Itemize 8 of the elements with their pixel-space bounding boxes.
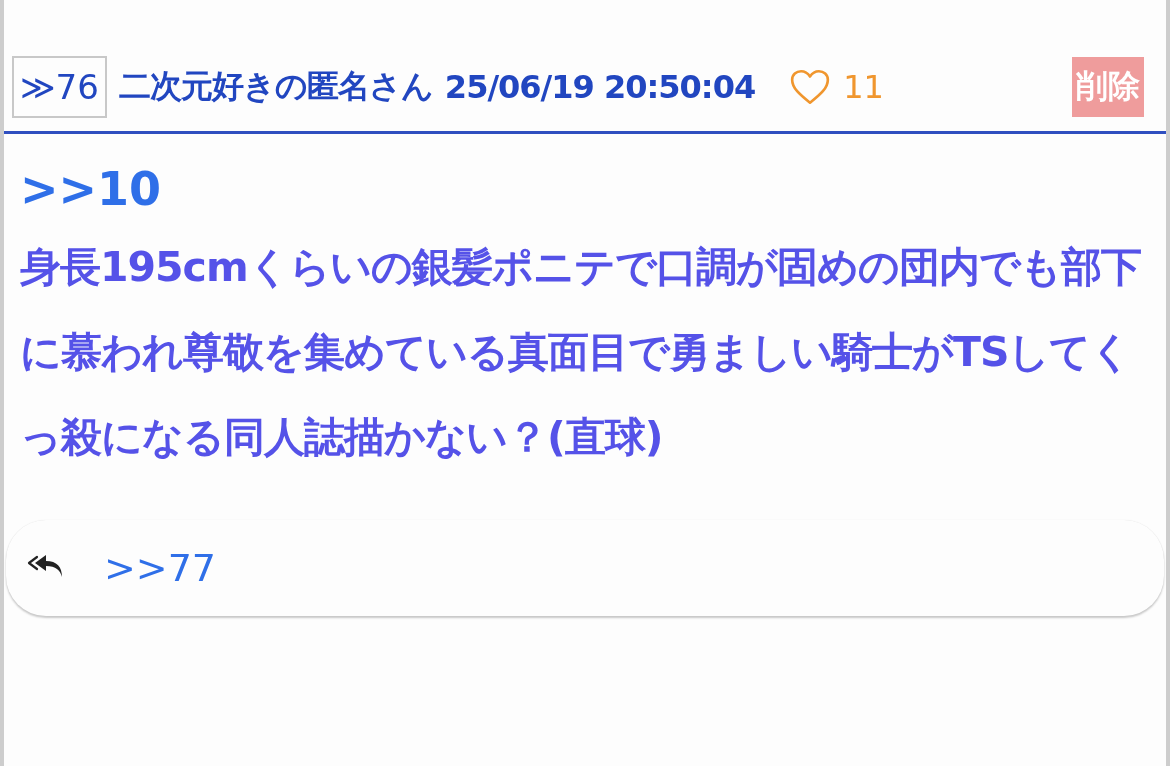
reply-link[interactable]: >>77 bbox=[104, 546, 217, 591]
heart-icon[interactable] bbox=[789, 67, 832, 106]
post-number[interactable]: ≫76 bbox=[12, 55, 107, 118]
author-name: 二次元好きの匿名さん bbox=[118, 65, 433, 107]
post-body-text: 身長195cmくらいの銀髪ポニテで口調が固めの団内でも部下に慕われ尊敬を集めている真面目で勇ましい騎士がTSしてくっ殺になる同人誌描かない？(直球) bbox=[20, 242, 1142, 464]
like-count: 11 bbox=[843, 67, 884, 106]
post-timestamp: 25/06/19 20:50:04 bbox=[444, 67, 756, 106]
reply-anchor-link[interactable]: >>10 bbox=[20, 162, 162, 218]
